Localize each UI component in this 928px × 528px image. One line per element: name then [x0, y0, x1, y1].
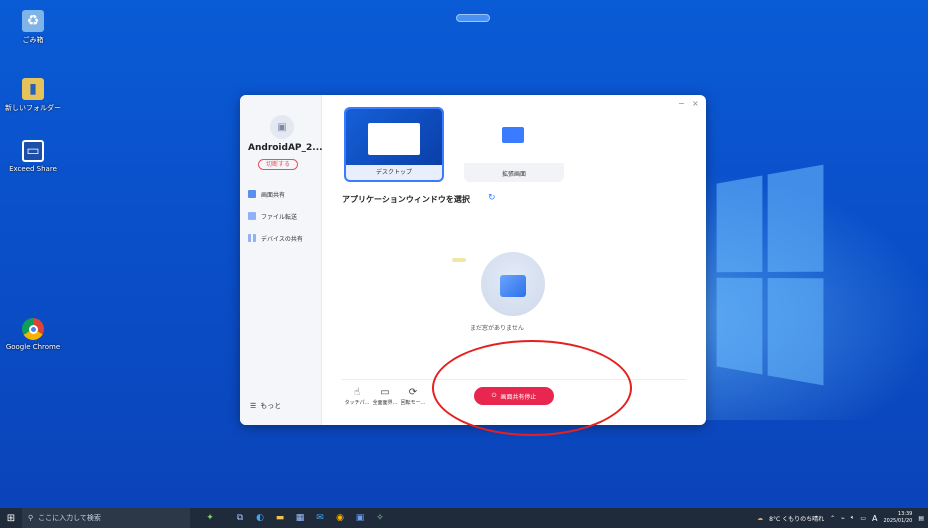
- device-name: AndroidAP_2...: [248, 143, 323, 153]
- extend-display-icon: [502, 127, 524, 143]
- extended-screen-thumbnail: [464, 107, 564, 163]
- empty-state-text: まだ窓がありません: [470, 325, 524, 332]
- desktop-icon-label: Exceed Share: [9, 165, 57, 173]
- mode-extended-card[interactable]: 拡張画面: [464, 107, 564, 182]
- taskbar-search[interactable]: ⚲ ここに入力して検索: [22, 508, 190, 528]
- desktop-icon-label: 新しいフォルダー: [5, 104, 61, 112]
- tool-fullscreen[interactable]: ▭ 全面面界...: [372, 387, 398, 406]
- sidebar: ▣ AndroidAP_2... 切断する 画面共有 ファイル転送 デバイスの共…: [240, 95, 323, 425]
- sidebar-item-label: ファイル転送: [261, 213, 298, 221]
- desktop-icon-label: Google Chrome: [5, 343, 61, 351]
- sidebar-item-label: デバイスの共有: [261, 235, 303, 243]
- desktop-thumbnail: [346, 109, 442, 165]
- sidebar-item-screen-share[interactable]: 画面共有: [248, 187, 320, 201]
- tool-touchpad[interactable]: ☝ タッチパ...: [344, 387, 370, 406]
- weather-icon: ☁: [757, 514, 764, 522]
- tool-label: 全面面界...: [372, 400, 398, 406]
- annotation-circle: [432, 340, 632, 436]
- grid-icon: [248, 234, 256, 242]
- tool-rotate[interactable]: ⟳ 回転モー...: [400, 387, 426, 406]
- refresh-icon[interactable]: ↻: [488, 193, 496, 203]
- ime-indicator[interactable]: A: [872, 514, 877, 523]
- sidebar-item-device-share[interactable]: デバイスの共有: [248, 231, 320, 245]
- more-label: もっと: [260, 402, 282, 410]
- more-menu[interactable]: ☰ もっと: [250, 401, 281, 411]
- edge-icon[interactable]: ◐: [250, 508, 270, 528]
- chrome-taskbar-icon[interactable]: ◉: [330, 508, 350, 528]
- disconnect-button[interactable]: 切断する: [258, 159, 298, 170]
- task-view-icon[interactable]: ⧉: [230, 508, 250, 528]
- start-button[interactable]: ⊞: [0, 508, 22, 528]
- desktop-icon-chrome[interactable]: Google Chrome: [3, 318, 63, 351]
- exceed-share-icon: ▭: [22, 140, 44, 162]
- clock-date: 2025/01/20: [883, 518, 913, 524]
- sparkle-decoration: [452, 258, 466, 262]
- weather-text[interactable]: 8°C くもりのち晴れ: [769, 514, 824, 523]
- tool-label: タッチパ...: [344, 400, 370, 406]
- folder-icon: [248, 212, 256, 220]
- section-title: アプリケーションウィンドウを選択: [342, 195, 470, 204]
- sidebar-item-label: 画面共有: [261, 191, 286, 199]
- taskbar: ⊞ ⚲ ここに入力して検索 ✦ ⧉ ◐ ▬ ▦ ✉ ◉ ▣ ✧ ☁ 8°C くも…: [0, 508, 928, 528]
- folder-icon: ▮: [22, 78, 44, 100]
- store-icon[interactable]: ▦: [290, 508, 310, 528]
- windows-logo-wallpaper: [716, 164, 824, 386]
- exceed-share-taskbar-icon[interactable]: ▣: [350, 508, 370, 528]
- chrome-icon: [22, 318, 44, 340]
- menu-icon: ☰: [250, 402, 257, 410]
- desktop-icon-new-folder[interactable]: ▮ 新しいフォルダー: [3, 78, 63, 113]
- mode-desktop-card[interactable]: デスクトップ: [344, 107, 444, 182]
- recycle-bin-icon: ♻: [22, 10, 44, 32]
- fullscreen-icon: ▭: [380, 387, 390, 398]
- desktop-icon-label: ごみ箱: [22, 36, 44, 44]
- notification-icon[interactable]: ▤: [918, 515, 924, 522]
- screen-share-indicator[interactable]: [456, 14, 490, 22]
- system-tray: ☁ 8°C くもりのち晴れ ⌃ ⌁ 🔈︎ ▭ A 13:39 2025/01/2…: [757, 508, 924, 528]
- tool-label: 回転モー...: [400, 400, 426, 406]
- search-icon: ⚲: [28, 514, 34, 522]
- windows-icon: ⊞: [6, 512, 16, 524]
- rotate-icon: ⟳: [408, 387, 418, 398]
- touch-icon: ☝: [353, 387, 361, 398]
- screen-share-icon: [248, 190, 256, 198]
- clock-time: 13:39: [897, 511, 913, 517]
- news-widget-icon[interactable]: ✦: [190, 508, 230, 528]
- app-taskbar-icon[interactable]: ✧: [370, 508, 390, 528]
- battery-icon[interactable]: ▭: [860, 515, 866, 522]
- desktop-icon-recycle-bin[interactable]: ♻ ごみ箱: [3, 10, 63, 45]
- chevron-up-icon[interactable]: ⌃: [830, 515, 835, 522]
- mail-icon[interactable]: ✉: [310, 508, 330, 528]
- mode-label: デスクトップ: [375, 169, 412, 176]
- desktop-icon-exceed-share[interactable]: ▭ Exceed Share: [3, 140, 63, 173]
- search-placeholder: ここに入力して検索: [38, 514, 101, 522]
- file-explorer-icon[interactable]: ▬: [270, 508, 290, 528]
- mode-label: 拡張画面: [501, 171, 526, 178]
- volume-icon[interactable]: 🔈︎: [851, 514, 855, 522]
- sidebar-item-file-transfer[interactable]: ファイル転送: [248, 209, 320, 223]
- clock[interactable]: 13:39 2025/01/20: [884, 511, 913, 525]
- device-avatar: ▣: [270, 115, 294, 139]
- box-icon: [500, 275, 526, 297]
- network-icon[interactable]: ⌁: [841, 515, 845, 522]
